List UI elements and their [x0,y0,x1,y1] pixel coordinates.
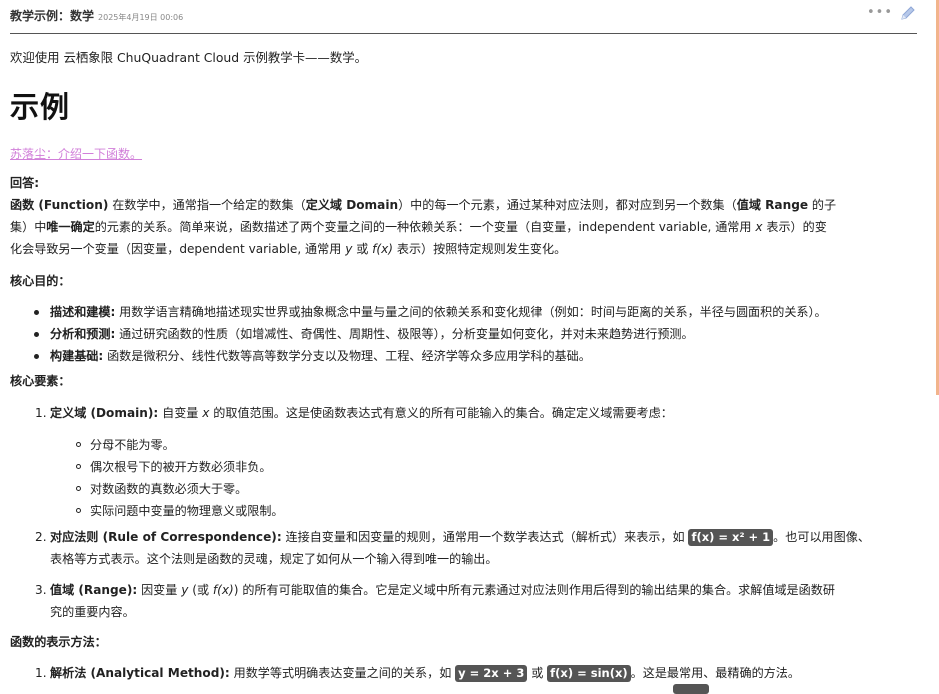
intro-line-3: 化会导致另一个变量（因变量，dependent variable, 通常用 y … [10,238,566,260]
item-label: 描述和建模: [50,305,116,319]
item-text: 分母不能为零。 [90,438,175,452]
term-domain: 定义域 Domain [305,198,399,212]
list-item: 描述和建模: 用数学语言精确地描述现实世界或抽象概念中量与量之间的依赖关系和变化… [34,301,827,323]
var-fx: f(x) [372,242,394,256]
circle-bullet-icon [76,442,81,447]
intro-text: 在数学中，通常指一个给定的数集（ [108,198,306,212]
answer-label: 回答: [10,176,40,190]
item-text: 究的重要内容。 [50,605,135,619]
note-date: 2025年4月19日 00:06 [98,13,184,22]
element-domain: 1. 定义域 (Domain): 自变量 x 的取值范围。这是使函数表达式有意义… [35,402,673,424]
item-text: 连接自变量和因变量的规则，通常用一个数学表达式（解析式）来表示，如 [281,530,689,544]
intro-text: 表示）按照特定规则发生变化。 [393,242,567,256]
bullet-icon [34,354,39,359]
item-text: (或 [188,583,213,597]
term-function: 函数 (Function) [10,198,109,212]
note-title-text: 教学示例：数学 [10,9,95,23]
item-text: 实际问题中变量的物理意义或限制。 [90,504,284,518]
item-number: 1. [35,406,47,420]
circle-bullet-icon [76,486,81,491]
item-text: 因变量 [137,583,182,597]
list-item: 偶次根号下的被开方数必须非负。 [76,456,272,478]
circle-bullet-icon [76,508,81,513]
element-range: 3. 值域 (Range): 因变量 y (或 f(x)) 的所有可能取值的集合… [35,579,835,601]
intro-line-2: 集）中唯一确定的元素的关系。简单来说，函数描述了两个变量之间的一种依赖关系：一个… [10,216,827,238]
item-text: 。也可以用图像、 [773,530,870,544]
intro-text: 或 [352,242,373,256]
pencil-icon[interactable] [899,4,917,22]
list-item: 对数函数的真数必须大于零。 [76,478,248,500]
method-analytical: 1. 解析法 (Analytical Method): 用数学等式明确表达变量之… [35,662,800,684]
item-text: 用数学等式明确表达变量之间的关系，如 [229,666,456,680]
item-text: 对数函数的真数必须大于零。 [90,482,248,496]
list-item: 构建基础: 函数是微积分、线性代数等高等数学分支以及物理、工程、经济学等众多应用… [34,345,591,367]
list-item: 分母不能为零。 [76,434,175,456]
bullet-icon [34,310,39,315]
var-x: x [755,220,763,234]
item-label: 分析和预测: [50,327,116,341]
partial-math-expression [673,684,709,694]
term-range: 值域 Range [736,198,809,212]
item-label: 解析法 (Analytical Method): [50,666,230,680]
item-text: 用数学语言精确地描述现实世界或抽象概念中量与量之间的依赖关系和变化规律（例如：时… [115,305,827,319]
intro-text: 集）中 [10,220,47,234]
item-label: 对应法则 (Rule of Correspondence): [50,530,282,544]
item-text: 自变量 [158,406,203,420]
section-title: 示例 [10,90,71,124]
item-text: 通过研究函数的性质（如增减性、奇偶性、周期性、极限等），分析变量如何变化，并对未… [115,327,694,341]
item-text: 或 [527,666,548,680]
intro-text: 的子 [808,198,837,212]
ellipsis-icon[interactable]: ••• [867,5,893,20]
bullet-icon [34,332,39,337]
math-expression: f(x) = x² + 1 [688,529,774,546]
item-text: 的取值范围。这是使函数表达式有意义的所有可能输入的集合。确定定义域需要考虑： [209,406,673,420]
term-unique: 唯一确定 [46,220,95,234]
list-item: 分析和预测: 通过研究函数的性质（如增减性、奇偶性、周期性、极限等），分析变量如… [34,323,694,345]
item-text: ) 的所有可能取值的集合。它是定义域中所有元素通过对应法则作用后得到的输出结果的… [233,583,835,597]
note-header: 教学示例：数学 2025年4月19日 00:06 ••• [10,0,917,34]
note-card: 教学示例：数学 2025年4月19日 00:06 ••• 欢迎使用 云栖象限 Ch… [10,0,917,694]
item-label: 值域 (Range): [50,583,138,597]
element-rule: 2. 对应法则 (Rule of Correspondence): 连接自变量和… [35,526,870,548]
circle-bullet-icon [76,464,81,469]
purpose-heading: 核心目的： [10,274,71,288]
item-label: 构建基础: [50,349,104,363]
elements-heading: 核心要素： [10,374,71,388]
item-number: 1. [35,666,47,680]
item-label: 定义域 (Domain): [50,406,159,420]
intro-line-1: 函数 (Function) 在数学中，通常指一个给定的数集（定义域 Domain… [10,194,836,216]
item-text: 。这是最常用、最精确的方法。 [630,666,800,680]
math-expression: y = 2x + 3 [455,665,528,682]
var-fx: f(x) [212,583,234,597]
list-item: 实际问题中变量的物理意义或限制。 [76,500,284,522]
math-expression: f(x) = sin(x) [547,665,631,682]
element-rule-line2: 表格等方式表示。这个法则是函数的灵魂，规定了如何从一个输入得到唯一的输出。 [50,548,497,570]
intro-text: 化会导致另一个变量（因变量，dependent variable, 通常用 [10,242,346,256]
intro-text: ）中的每一个元素，通过某种对应法则，都对应到另一个数集（ [398,198,737,212]
item-text: 表格等方式表示。这个法则是函数的灵魂，规定了如何从一个输入得到唯一的输出。 [50,552,498,566]
welcome-text: 欢迎使用 云栖象限 ChuQuadrant Cloud 示例教学卡——数学。 [10,50,367,65]
element-range-line2: 究的重要内容。 [50,601,135,623]
item-text: 偶次根号下的被开方数必须非负。 [90,460,272,474]
prompt-link[interactable]: 苏落尘：介绍一下函数。 [10,145,142,162]
note-title: 教学示例：数学 2025年4月19日 00:06 [10,7,183,24]
item-number: 3. [35,583,47,597]
item-number: 2. [35,530,47,544]
representation-heading: 函数的表示方法： [10,635,107,649]
intro-text: 表示）的变 [762,220,827,234]
intro-text: 的元素的关系。简单来说，函数描述了两个变量之间的一种依赖关系：一个变量（自变量，… [94,220,756,234]
item-text: 函数是微积分、线性代数等高等数学分支以及物理、工程、经济学等众多应用学科的基础。 [103,349,591,363]
